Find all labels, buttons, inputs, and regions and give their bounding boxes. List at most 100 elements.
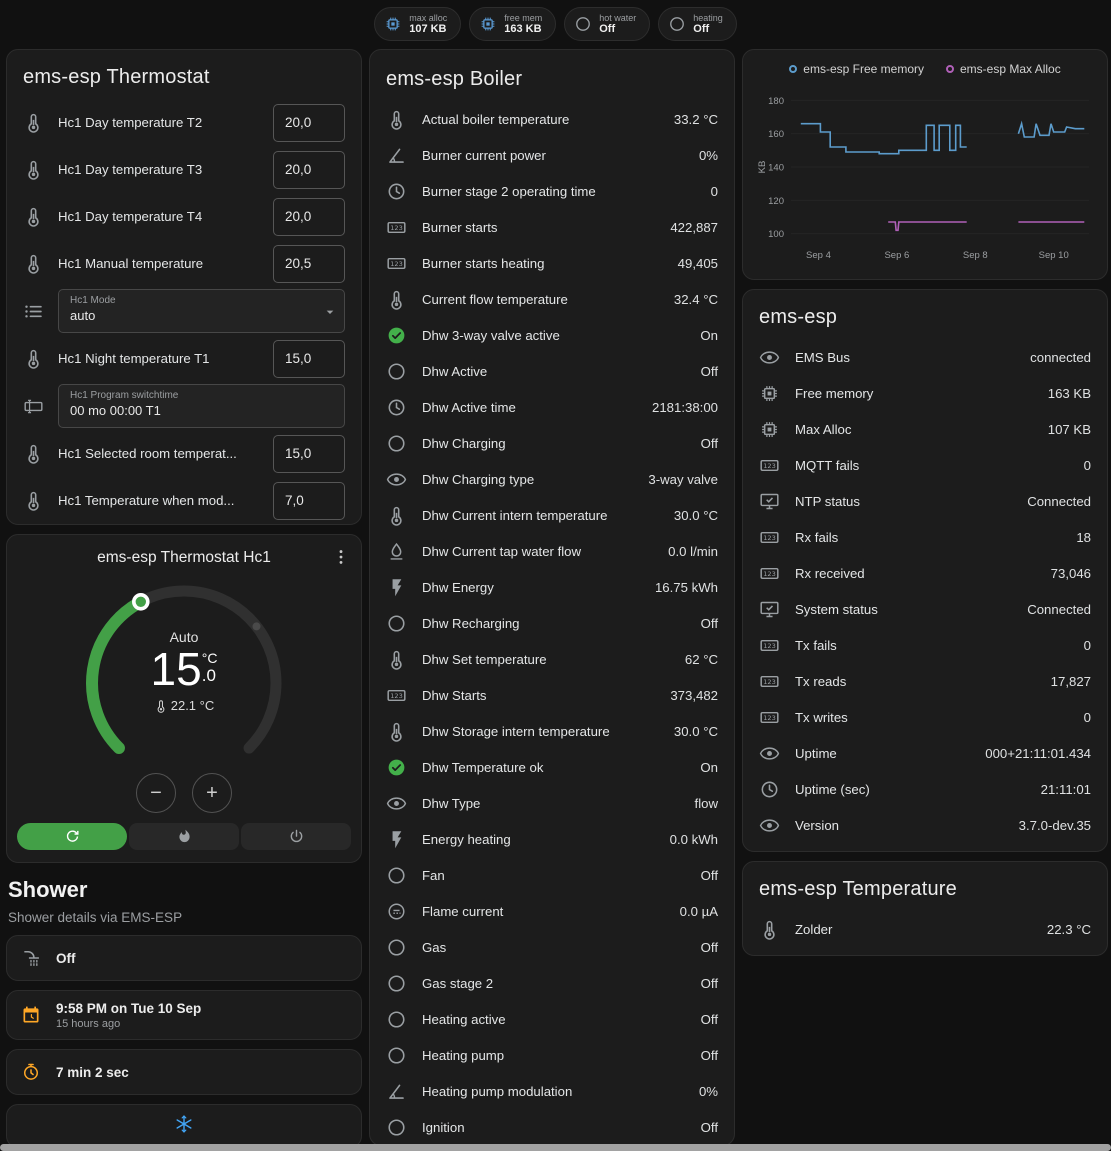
cold-shot-card[interactable] [6, 1104, 362, 1148]
entity-row[interactable]: 123Burner starts heating49,405 [370, 245, 734, 281]
entity-row[interactable]: 123Tx reads17,827 [743, 663, 1107, 699]
entity-row[interactable]: Burner current power0% [370, 137, 734, 173]
number-input[interactable]: 20,0 [273, 198, 345, 236]
entity-row[interactable]: Dhw Current intern temperature30.0 °C [370, 497, 734, 533]
counter-icon: 123 [759, 707, 780, 728]
entity-row[interactable]: Dhw RechargingOff [370, 605, 734, 641]
svg-text:Sep 6: Sep 6 [884, 250, 909, 261]
entity-label: Burner current power [422, 148, 684, 163]
entity-label: Ignition [422, 1120, 686, 1135]
entity-row[interactable]: 123Dhw Starts373,482 [370, 677, 734, 713]
shower-state-card[interactable]: Off [6, 935, 362, 981]
shower-last-time-card[interactable]: 9:58 PM on Tue 10 Sep 15 hours ago [6, 990, 362, 1040]
memory-history-chart[interactable]: 100120140160180Sep 4Sep 6Sep 8Sep 10KB [755, 82, 1095, 270]
circle-outline-icon [386, 973, 407, 994]
entity-row[interactable]: Zolder22.3 °C [743, 911, 1107, 947]
temperature-card: ems-esp Temperature Zolder22.3 °C [742, 861, 1108, 956]
entity-row[interactable]: 123Rx fails18 [743, 519, 1107, 555]
badge-heating[interactable]: heatingOff [658, 7, 737, 41]
legend-item[interactable]: ems-esp Max Alloc [946, 62, 1061, 76]
mode-select[interactable]: Hc1 Modeauto [58, 289, 345, 333]
entity-row[interactable]: Dhw Active time2181:38:00 [370, 389, 734, 425]
counter-icon: 123 [759, 527, 780, 548]
entity-row[interactable]: 123Tx fails0 [743, 627, 1107, 663]
entity-row[interactable]: Dhw ActiveOff [370, 353, 734, 389]
entity-row[interactable]: Dhw Set temperature62 °C [370, 641, 734, 677]
entity-row[interactable]: Heating activeOff [370, 1001, 734, 1037]
entity-row[interactable]: Current flow temperature32.4 °C [370, 281, 734, 317]
field-value: auto [70, 308, 316, 323]
text-field[interactable]: Hc1 Program switchtime00 mo 00:00 T1 [58, 384, 345, 428]
increase-temp-button[interactable]: + [192, 773, 232, 813]
number-input[interactable]: 20,0 [273, 151, 345, 189]
entity-row[interactable]: Max Alloc107 KB [743, 411, 1107, 447]
mode-heat-button[interactable] [129, 823, 239, 850]
entity-value: 373,482 [670, 688, 718, 703]
entity-row[interactable]: Actual boiler temperature33.2 °C [370, 101, 734, 137]
entity-row[interactable]: Dhw Current tap water flow0.0 l/min [370, 533, 734, 569]
decrease-temp-button[interactable]: − [136, 773, 176, 813]
entity-row[interactable]: Dhw ChargingOff [370, 425, 734, 461]
eye-icon [386, 793, 407, 814]
entity-row[interactable]: Dhw Charging type3-way valve [370, 461, 734, 497]
entity-row[interactable]: Version3.7.0-dev.35 [743, 807, 1107, 843]
entity-row[interactable]: Uptime (sec)21:11:01 [743, 771, 1107, 807]
entity-row[interactable]: 123Burner starts422,887 [370, 209, 734, 245]
number-input[interactable]: 15,0 [273, 340, 345, 378]
entity-row[interactable]: Dhw Storage intern temperature30.0 °C [370, 713, 734, 749]
legend-item[interactable]: ems-esp Free memory [789, 62, 924, 76]
entity-label: MQTT fails [795, 458, 1069, 473]
entity-row[interactable]: FanOff [370, 857, 734, 893]
number-input[interactable]: 20,0 [273, 104, 345, 142]
entity-row[interactable]: Dhw Typeflow [370, 785, 734, 821]
entity-row[interactable]: Gas stage 2Off [370, 965, 734, 1001]
number-input[interactable]: 20,5 [273, 245, 345, 283]
topbar: max alloc107 KBfree mem163 KBhot waterOf… [0, 0, 1111, 45]
svg-text:Sep 4: Sep 4 [806, 250, 831, 261]
memory-chart-card: ems-esp Free memoryems-esp Max Alloc 100… [742, 49, 1108, 280]
monitor-check-icon [759, 491, 780, 512]
thermostat-config-rows: Hc1 Day temperature T220,0Hc1 Day temper… [7, 99, 361, 524]
badge-hot-water[interactable]: hot waterOff [564, 7, 650, 41]
number-input[interactable]: 15,0 [273, 435, 345, 473]
number-input[interactable]: 7,0 [273, 482, 345, 520]
entity-row[interactable]: Burner stage 2 operating time0 [370, 173, 734, 209]
thermometer-icon [23, 348, 44, 369]
entity-row[interactable]: Heating pumpOff [370, 1037, 734, 1073]
entity-row[interactable]: Energy heating0.0 kWh [370, 821, 734, 857]
entity-row[interactable]: Dhw Temperature okOn [370, 749, 734, 785]
entity-row[interactable]: Heating pump modulation0% [370, 1073, 734, 1109]
entity-row[interactable]: Dhw 3-way valve activeOn [370, 317, 734, 353]
mode-auto-button[interactable] [17, 823, 127, 850]
entity-row[interactable]: 123Tx writes0 [743, 699, 1107, 735]
entity-row[interactable]: EMS Busconnected [743, 339, 1107, 375]
temp-stepper: − + [7, 773, 361, 813]
clock-icon [386, 397, 407, 418]
badge-value: 107 KB [409, 23, 447, 36]
list-icon [23, 301, 44, 322]
entity-row[interactable]: GasOff [370, 929, 734, 965]
badge-max-alloc[interactable]: max alloc107 KB [374, 7, 461, 41]
circle-outline-icon [386, 1045, 407, 1066]
circle-outline-icon [386, 937, 407, 958]
shower-duration-card[interactable]: 7 min 2 sec [6, 1049, 362, 1095]
entity-row[interactable]: Flame current0.0 µA [370, 893, 734, 929]
badge-value: Off [599, 23, 636, 36]
entity-value: Off [701, 616, 718, 631]
more-options-icon[interactable] [331, 547, 351, 567]
entity-row[interactable]: NTP statusConnected [743, 483, 1107, 519]
entity-row[interactable]: Free memory163 KB [743, 375, 1107, 411]
entity-value: 30.0 °C [674, 508, 718, 523]
entity-row[interactable]: IgnitionOff [370, 1109, 734, 1145]
entity-row[interactable]: System statusConnected [743, 591, 1107, 627]
field-value: 00 mo 00:00 T1 [70, 403, 316, 418]
badge-free-mem[interactable]: free mem163 KB [469, 7, 556, 41]
entity-row[interactable]: 123Rx received73,046 [743, 555, 1107, 591]
entity-row[interactable]: Uptime000+21:11:01.434 [743, 735, 1107, 771]
thermostat-dial[interactable]: Auto 15 °C .0 22.1 °C [72, 571, 296, 767]
horizontal-scrollbar[interactable] [0, 1144, 1111, 1151]
entity-row[interactable]: 123MQTT fails0 [743, 447, 1107, 483]
shower-heading: Shower [8, 877, 360, 903]
mode-off-button[interactable] [241, 823, 351, 850]
entity-row[interactable]: Dhw Energy16.75 kWh [370, 569, 734, 605]
